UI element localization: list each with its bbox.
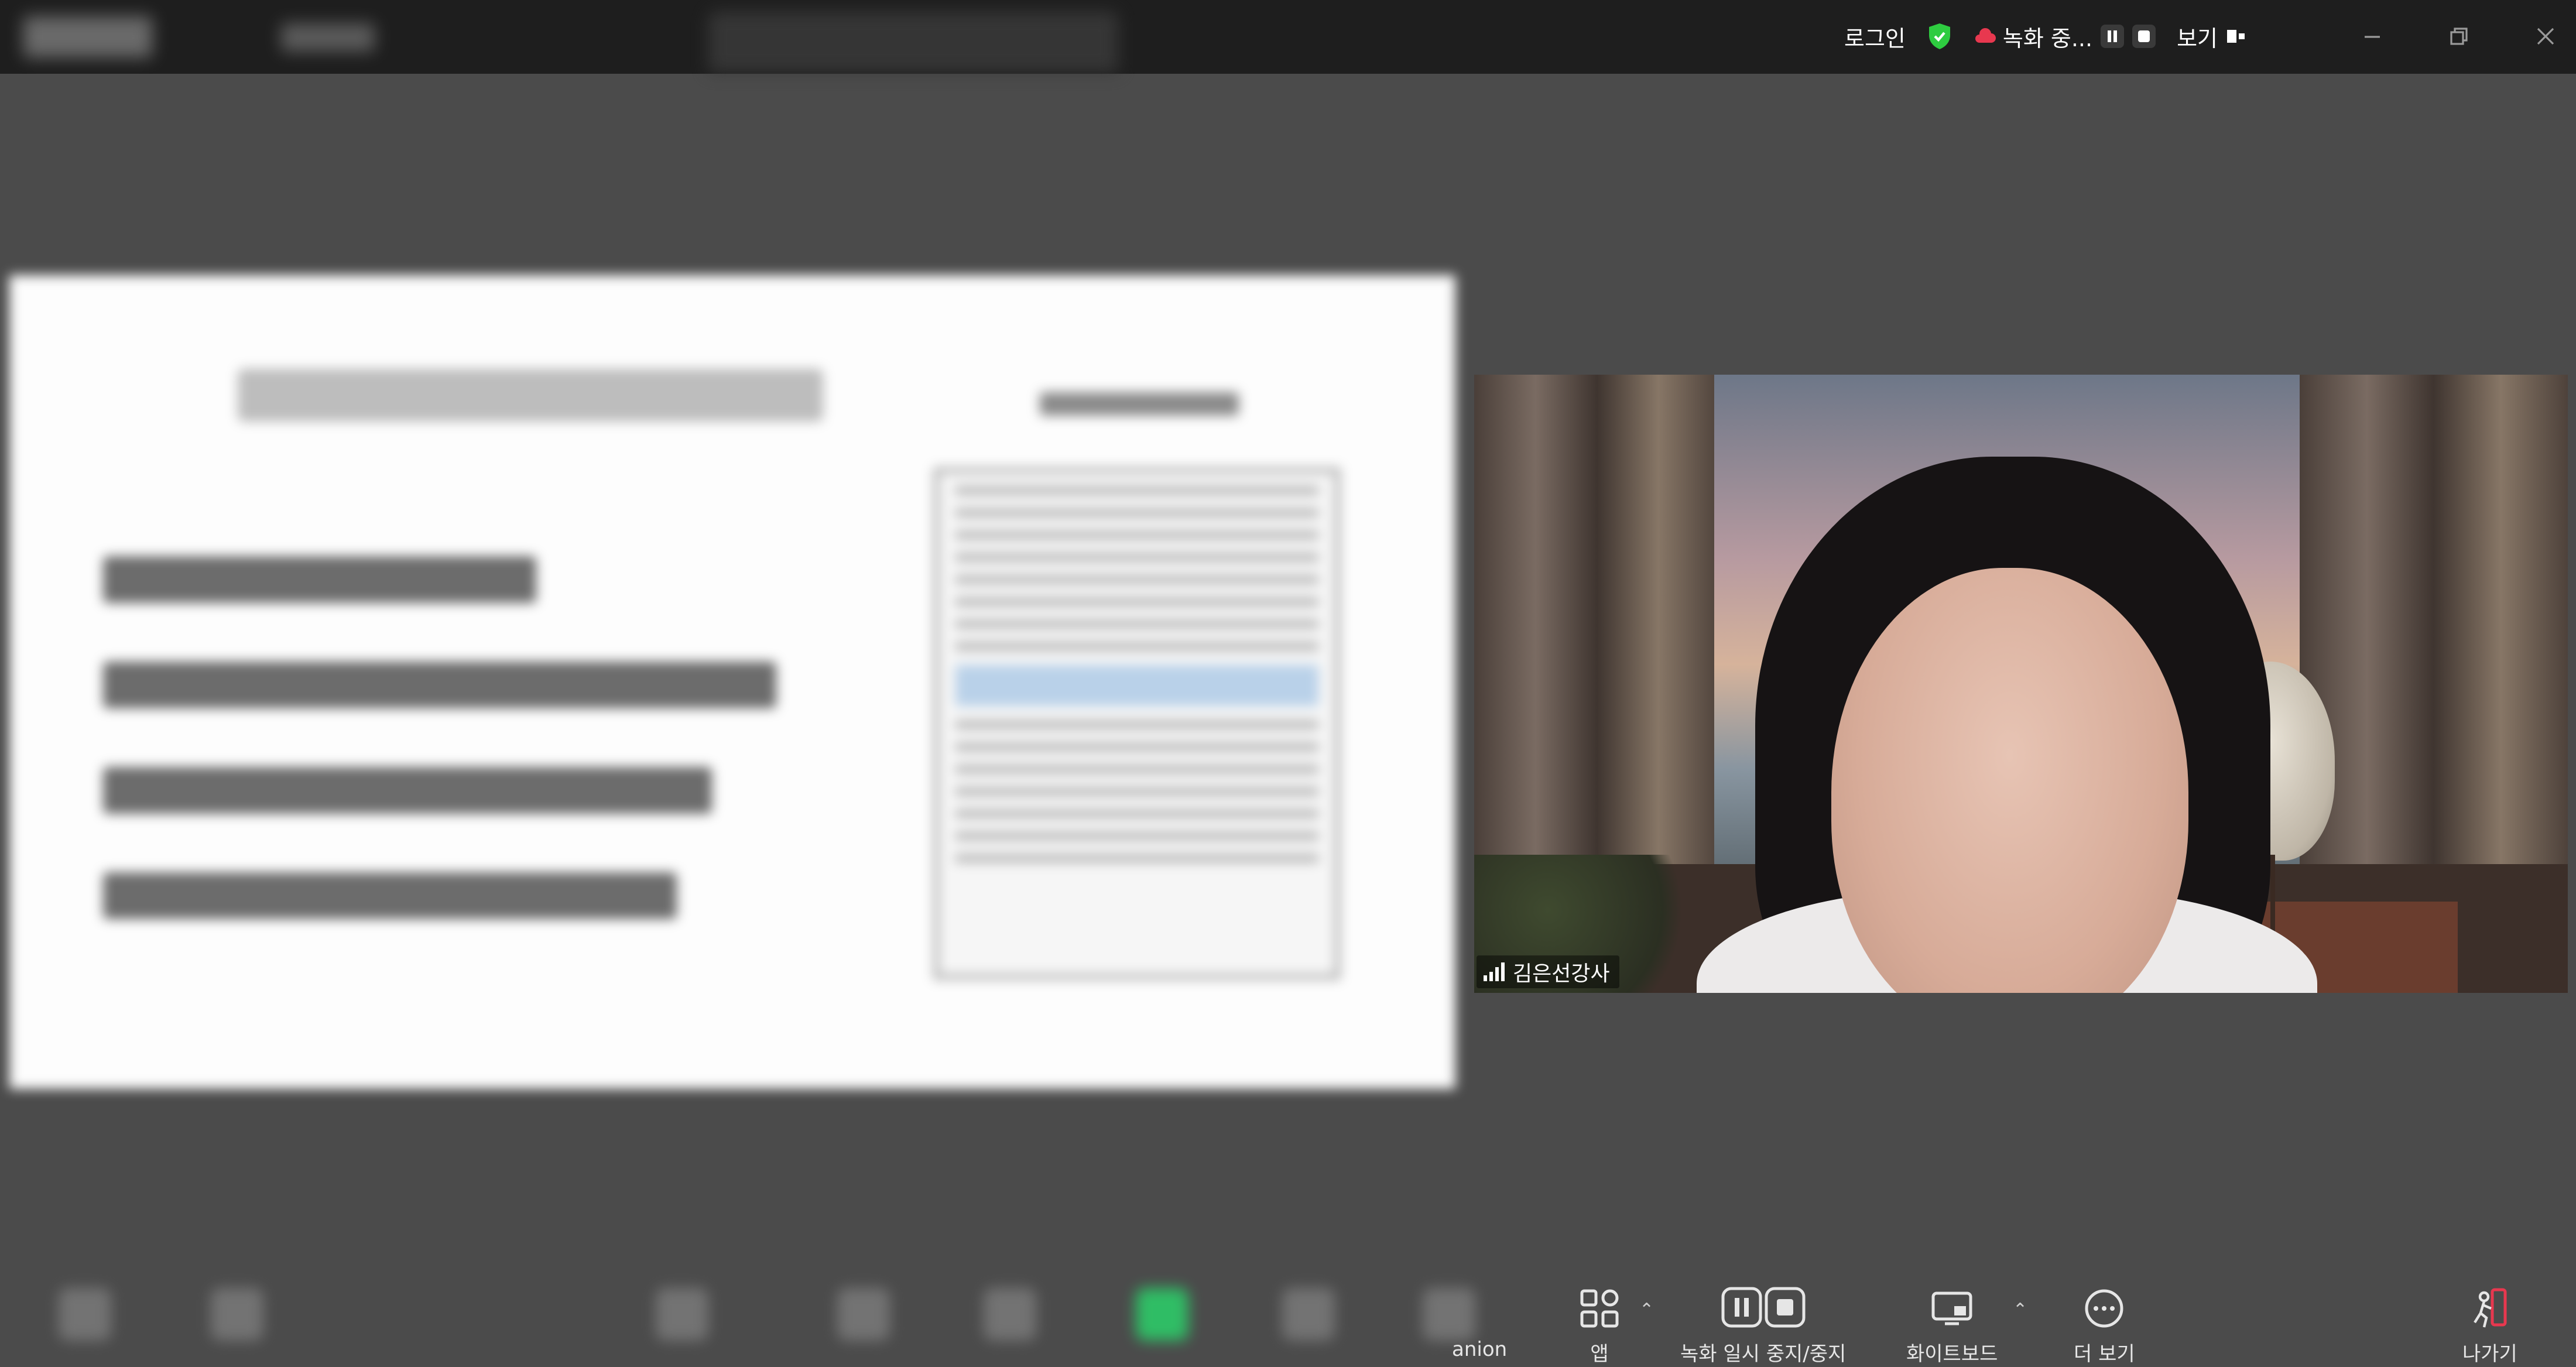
participant-name-tag: 김은선강사 [1477, 955, 1619, 988]
meeting-toolbar: anion 앱 ⌃ 녹화 일시 중지/중지 화이트보드 ⌃ 더 보기 나가기 [0, 1253, 2576, 1367]
blurred-toolbar-button[interactable] [984, 1288, 1036, 1341]
participant-video-tile[interactable]: 김은선강사 [1474, 375, 2568, 993]
close-button[interactable] [2527, 18, 2564, 55]
whiteboard-icon [1931, 1291, 1972, 1325]
whiteboard-button[interactable]: 화이트보드 [1906, 1285, 1998, 1366]
minimize-icon [2365, 36, 2380, 38]
restore-icon [2450, 28, 2468, 45]
blurred-toolbar-button[interactable] [59, 1288, 111, 1341]
blurred-slide-line [103, 767, 712, 814]
blurred-toolbar-section [0, 1253, 1475, 1367]
companion-label: anion [1452, 1338, 1508, 1361]
record-label: 녹화 일시 중지/중지 [1680, 1342, 1847, 1366]
stop-icon [2138, 30, 2150, 42]
login-label: 로그인 [1844, 25, 1906, 52]
leave-icon [2474, 1288, 2507, 1328]
meeting-status-bar: 로그인 녹화 중... 보기 [1844, 11, 2324, 62]
blurred-slide-line [103, 872, 677, 919]
blurred-tab [708, 12, 1118, 73]
whiteboard-chevron-up-icon[interactable]: ⌃ [2013, 1300, 2027, 1320]
recording-label: 녹화 중... [2002, 25, 2093, 52]
leave-label: 나가기 [2462, 1342, 2517, 1366]
blurred-slide-title [238, 369, 823, 422]
blurred-doc-title [1040, 392, 1239, 416]
close-icon [2537, 28, 2554, 45]
blurred-toolbar-button[interactable] [837, 1288, 890, 1341]
record-pause-stop-button[interactable]: 녹화 일시 중지/중지 [1680, 1285, 1846, 1366]
more-button[interactable]: 더 보기 [2074, 1285, 2135, 1366]
pause-recording-button[interactable] [2101, 25, 2125, 48]
blurred-app-header [0, 0, 1467, 74]
apps-label: 앱 [1590, 1342, 1609, 1366]
security-indicator[interactable] [1927, 22, 1952, 50]
apps-chevron-up-icon[interactable]: ⌃ [1639, 1300, 1654, 1320]
participant-face [1831, 568, 2188, 993]
login-button[interactable]: 로그인 [1844, 20, 1906, 53]
more-label: 더 보기 [2074, 1342, 2135, 1366]
pause-stop-icon [1721, 1287, 1806, 1328]
view-menu-button[interactable]: 보기 [2177, 20, 2247, 53]
minimize-button[interactable] [2354, 18, 2391, 55]
app-logo [23, 16, 152, 57]
blurred-slide-line [103, 662, 776, 708]
cloud-record-icon [1975, 28, 1996, 43]
blurred-document-thumbnail [934, 468, 1340, 979]
participant-name: 김은선강사 [1513, 962, 1610, 986]
shield-check-icon [1928, 23, 1950, 49]
blurred-toolbar-button[interactable] [656, 1288, 708, 1341]
pause-icon [2108, 30, 2118, 42]
recording-status[interactable]: 녹화 중... [1974, 20, 2156, 53]
leave-button[interactable]: 나가기 [2462, 1285, 2517, 1366]
blurred-slide-line [103, 556, 536, 603]
stop-recording-button[interactable] [2132, 25, 2156, 48]
blurred-toolbar-button[interactable] [211, 1288, 263, 1341]
apps-icon [1580, 1289, 1619, 1328]
whiteboard-label: 화이트보드 [1906, 1342, 1998, 1366]
more-icon [2085, 1289, 2123, 1328]
blurred-toolbar-button[interactable] [1282, 1288, 1335, 1341]
restore-button[interactable] [2440, 18, 2478, 55]
signal-strength-icon [1484, 962, 1505, 981]
blurred-share-button[interactable] [1136, 1288, 1188, 1341]
window-controls [2354, 11, 2564, 62]
layout-icon [2227, 30, 2245, 43]
view-label: 보기 [2177, 25, 2218, 52]
blurred-header-item [281, 23, 375, 52]
shared-slide-blurred [9, 275, 1455, 1089]
apps-button[interactable]: 앱 [1576, 1285, 1623, 1366]
companion-button[interactable]: anion [1452, 1285, 1507, 1361]
